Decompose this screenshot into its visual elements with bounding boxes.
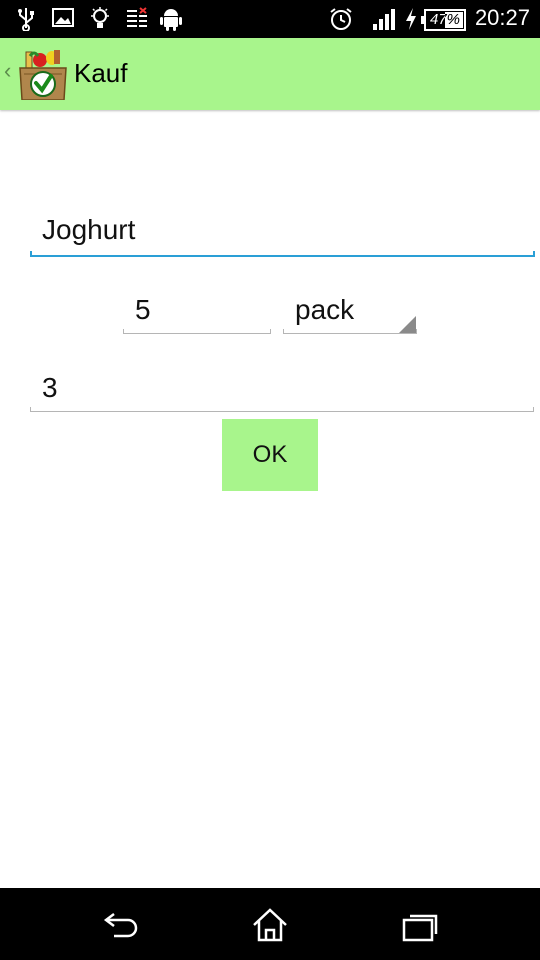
- recents-icon[interactable]: [400, 906, 440, 946]
- charging-icon: [404, 7, 418, 36]
- third-value: 3: [42, 372, 58, 403]
- spinner-arrow-icon: [398, 316, 416, 334]
- quantity-underline: [123, 329, 271, 334]
- usb-icon: [16, 7, 36, 36]
- android-icon: [160, 7, 182, 36]
- battery-percent: 47%: [430, 11, 461, 28]
- status-time: 20:27: [474, 5, 530, 30]
- item-name-input[interactable]: Joghurt: [30, 212, 535, 256]
- item-name-underline: [30, 251, 535, 257]
- navigation-bar: [0, 888, 540, 960]
- quantity-value: 5: [135, 294, 151, 325]
- unit-spinner[interactable]: pack: [283, 290, 417, 334]
- lightbulb-icon: [90, 7, 110, 36]
- unit-value: pack: [295, 294, 355, 325]
- status-bar: 47% 20:27: [0, 0, 540, 38]
- shopping-basket-icon[interactable]: [18, 48, 68, 105]
- third-underline: [30, 407, 534, 412]
- back-icon[interactable]: [100, 906, 140, 946]
- app-title: Kauf: [74, 58, 128, 88]
- chevron-left-icon[interactable]: ‹: [4, 58, 11, 84]
- quantity-input[interactable]: 5: [123, 290, 271, 334]
- checklist-icon: [126, 7, 148, 34]
- signal-icon: [372, 7, 398, 36]
- action-bar: ‹ Kauf: [0, 38, 540, 110]
- ok-button[interactable]: OK: [222, 419, 318, 491]
- image-icon: [52, 7, 74, 34]
- third-input[interactable]: 3: [30, 368, 535, 412]
- alarm-icon: [329, 7, 353, 36]
- item-name-value: Joghurt: [42, 214, 136, 245]
- unit-underline: [283, 329, 417, 334]
- home-icon[interactable]: [250, 906, 290, 946]
